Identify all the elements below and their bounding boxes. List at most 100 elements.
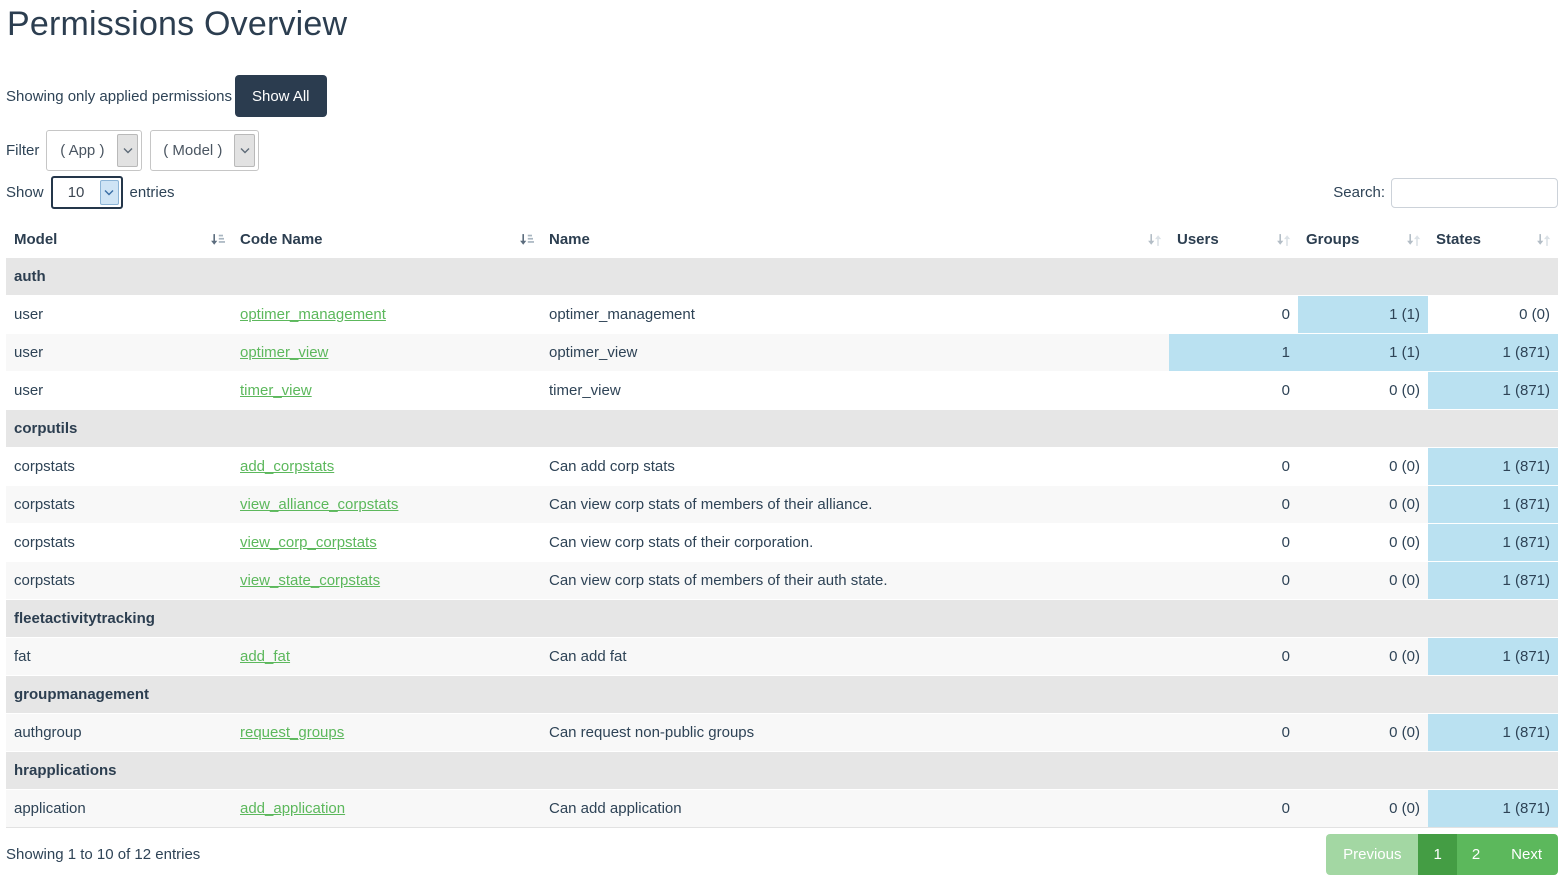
users-count-cell: 0 [1169,296,1298,334]
groups-count-cell: 1 (1) [1298,334,1428,372]
column-label: Code Name [240,231,323,248]
users-count-cell: 0 [1169,372,1298,410]
entries-label: entries [130,184,175,201]
sort-amount-icon [519,232,534,247]
sort-both-icon [1147,232,1162,247]
users-count-cell: 0 [1169,486,1298,524]
pagination-next[interactable]: Next [1495,834,1558,875]
column-header-groups[interactable]: Groups [1298,222,1428,258]
users-count-cell: 1 [1169,334,1298,372]
name-cell: Can add application [541,790,1169,828]
column-header-model[interactable]: Model [6,222,232,258]
sort-both-icon [1406,232,1421,247]
permission-link[interactable]: timer_view [240,382,312,399]
showing-note: Showing only applied permissions [6,88,232,105]
permission-link[interactable]: optimer_view [240,344,328,361]
permissions-overview-page: Permissions Overview Showing only applie… [0,2,1567,875]
group-header-row: auth [6,258,1558,296]
page-title: Permissions Overview [7,2,1558,47]
users-count-cell: 0 [1169,448,1298,486]
show-label: Show [6,184,44,201]
states-count-cell: 1 (871) [1428,714,1558,752]
column-label: Users [1177,231,1219,248]
chevron-down-icon [100,180,119,205]
column-label: Model [14,231,57,248]
column-header-users[interactable]: Users [1169,222,1298,258]
users-count-cell: 0 [1169,524,1298,562]
table-row: corpstats view_alliance_corpstats Can view… [6,486,1558,524]
group-header-row: groupmanagement [6,676,1558,714]
code-name-cell: optimer_management [232,296,541,334]
column-label: Name [549,231,590,248]
pagination: Previous12Next [1326,834,1558,875]
permission-link[interactable]: view_state_corpstats [240,572,380,589]
groups-count-cell: 0 (0) [1298,790,1428,828]
model-filter-select[interactable]: ( Model ) [150,130,259,171]
name-cell: Can view corp stats of members of their … [541,486,1169,524]
group-name: auth [6,258,1558,296]
group-name: fleetactivitytracking [6,600,1558,638]
groups-count-cell: 0 (0) [1298,486,1428,524]
pagination-1[interactable]: 1 [1418,834,1456,875]
sort-amount-icon [210,232,225,247]
name-cell: Can request non-public groups [541,714,1169,752]
group-name: hrapplications [6,752,1558,790]
states-count-cell: 1 (871) [1428,448,1558,486]
sort-both-icon [1536,232,1551,247]
permission-link[interactable]: optimer_management [240,306,386,323]
permission-link[interactable]: add_application [240,800,345,817]
column-header-name[interactable]: Name [541,222,1169,258]
groups-count-cell: 0 (0) [1298,372,1428,410]
pagination-2[interactable]: 2 [1457,834,1495,875]
column-header-code-name[interactable]: Code Name [232,222,541,258]
code-name-cell: timer_view [232,372,541,410]
code-name-cell: add_corpstats [232,448,541,486]
page-length-value: 10 [53,184,100,201]
states-count-cell: 1 (871) [1428,372,1558,410]
table-row: corpstatsview_state_corpstatsCan view co… [6,562,1558,600]
group-header-row: hrapplications [6,752,1558,790]
model-cell: user [6,296,232,334]
group-name: corputils [6,410,1558,448]
states-count-cell: 0 (0) [1428,296,1558,334]
permission-link[interactable]: add_corpstats [240,458,334,475]
column-header-states[interactable]: States [1428,222,1558,258]
code-name-cell: add_application [232,790,541,828]
model-cell: user [6,372,232,410]
name-cell: Can add corp stats [541,448,1169,486]
users-count-cell: 0 [1169,790,1298,828]
permission-link[interactable]: view_corp_corpstats [240,534,377,551]
search-input[interactable] [1391,178,1558,208]
sort-amount-icon [519,232,534,247]
sort-both-icon [1276,232,1291,247]
sort-amount-icon [210,232,225,247]
table-row: corpstats add_corpstats Can add corp stats… [6,448,1558,486]
permission-link[interactable]: view_alliance_corpstats [240,496,398,513]
groups-count-cell: 0 (0) [1298,562,1428,600]
code-name-cell: optimer_view [232,334,541,372]
table-row: corpstatsview_corp_corpstatsCan view cor… [6,524,1558,562]
states-count-cell: 1 (871) [1428,790,1558,828]
filter-label: Filter [6,142,39,159]
permission-link[interactable]: add_fat [240,648,290,665]
users-count-cell: 0 [1169,714,1298,752]
groups-count-cell: 0 (0) [1298,714,1428,752]
groups-count-cell: 0 (0) [1298,638,1428,676]
states-count-cell: 1 (871) [1428,334,1558,372]
users-count-cell: 0 [1169,562,1298,600]
model-cell: corpstats [6,448,232,486]
table-row: usertimer_viewtimer_view00 (0)1 (871) [6,372,1558,410]
model-filter-value: ( Model ) [151,142,234,159]
show-all-button[interactable]: Show All [235,75,327,117]
sort-both-icon [1276,232,1291,247]
group-header-row: corputils [6,410,1558,448]
groups-count-cell: 1 (1) [1298,296,1428,334]
table-header-row: Model Code Name Name Users GroupsStates [6,222,1558,258]
table-row: useroptimer_viewoptimer_view11 (1)1 (871… [6,334,1558,372]
permission-link[interactable]: request_groups [240,724,344,741]
name-cell: optimer_view [541,334,1169,372]
page-length-select[interactable]: 10 [51,176,123,209]
app-filter-select[interactable]: ( App ) [46,130,142,171]
model-cell: corpstats [6,486,232,524]
model-cell: corpstats [6,524,232,562]
